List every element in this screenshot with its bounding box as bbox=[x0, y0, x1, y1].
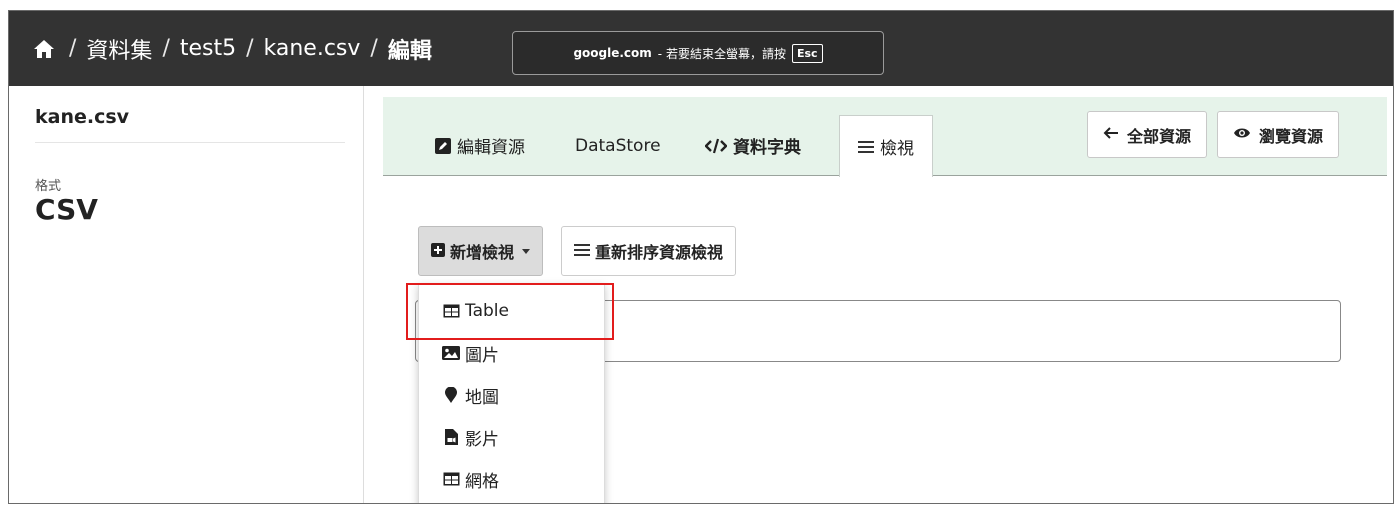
list-icon bbox=[574, 242, 590, 261]
fullscreen-notice: google.com - 若要結束全螢幕，請按 Esc bbox=[512, 31, 884, 75]
esc-key-hint: Esc bbox=[791, 43, 823, 63]
tab-label: 檢視 bbox=[880, 139, 914, 159]
tab-label: 編輯資源 bbox=[457, 138, 525, 158]
highlight-box bbox=[406, 283, 614, 340]
reorder-views-button[interactable]: 重新排序資源檢視 bbox=[561, 226, 737, 276]
divider bbox=[35, 142, 345, 143]
menu-item-map[interactable]: 地圖 bbox=[419, 375, 604, 415]
home-icon[interactable] bbox=[33, 37, 59, 61]
eye-icon bbox=[1233, 125, 1251, 144]
all-resources-label: 全部資源 bbox=[1127, 126, 1192, 146]
tab-edit-resource[interactable]: 編輯資源 bbox=[435, 115, 525, 176]
menu-item-label: 地圖 bbox=[465, 387, 499, 408]
arrow-left-icon bbox=[1103, 125, 1119, 144]
tab-label: DataStore bbox=[575, 135, 661, 156]
tab-bar: 編輯資源 DataStore 資料字典 檢視 全部資源 瀏覽資源 bbox=[383, 97, 1387, 177]
breadcrumb-separator: / bbox=[162, 36, 170, 61]
menu-item-label: 圖片 bbox=[465, 345, 499, 366]
format-value: CSV bbox=[35, 193, 98, 226]
code-icon bbox=[705, 138, 727, 154]
sidebar: kane.csv 格式 CSV bbox=[9, 86, 364, 503]
tab-views[interactable]: 檢視 bbox=[839, 115, 933, 177]
browser-viewport: / 資料集 / test5 / kane.csv / 編輯 kane.csv 格… bbox=[8, 10, 1394, 504]
fullscreen-message: - 若要結束全螢幕，請按 bbox=[657, 46, 786, 61]
tab-label: 資料字典 bbox=[733, 138, 801, 158]
new-view-button[interactable]: 新增檢視 bbox=[418, 226, 544, 276]
all-resources-button[interactable]: 全部資源 bbox=[1087, 111, 1208, 158]
menu-item-label: 網格 bbox=[465, 471, 499, 492]
browse-resource-button[interactable]: 瀏覽資源 bbox=[1217, 111, 1340, 158]
breadcrumb-separator: / bbox=[246, 36, 254, 61]
breadcrumb-item-resource[interactable]: kane.csv bbox=[264, 36, 361, 61]
fullscreen-host: google.com bbox=[573, 46, 652, 60]
map-marker-icon bbox=[442, 387, 460, 403]
new-view-label: 新增檢視 bbox=[450, 243, 515, 262]
breadcrumb: / 資料集 / test5 / kane.csv / 編輯 bbox=[33, 11, 432, 86]
reorder-views-label: 重新排序資源檢視 bbox=[595, 243, 724, 262]
breadcrumb-separator: / bbox=[69, 36, 77, 61]
caret-down-icon bbox=[522, 248, 531, 254]
plus-square-icon bbox=[431, 242, 445, 261]
tab-datastore[interactable]: DataStore bbox=[575, 115, 661, 176]
breadcrumb-current: 編輯 bbox=[387, 38, 432, 64]
menu-item-grid[interactable]: 網格 bbox=[419, 459, 604, 499]
menu-item-label: 影片 bbox=[465, 429, 499, 450]
list-icon bbox=[858, 140, 874, 154]
menu-item-video[interactable]: 影片 bbox=[419, 417, 604, 457]
breadcrumb-separator: / bbox=[370, 36, 378, 61]
grid-icon bbox=[442, 472, 460, 486]
image-icon bbox=[442, 346, 460, 360]
browse-resource-label: 瀏覽資源 bbox=[1259, 126, 1324, 146]
breadcrumb-item-datasets[interactable]: 資料集 bbox=[86, 33, 152, 65]
resource-title: kane.csv bbox=[35, 106, 130, 128]
tab-data-dictionary[interactable]: 資料字典 bbox=[705, 115, 801, 176]
video-file-icon bbox=[442, 429, 460, 445]
edit-icon bbox=[435, 137, 451, 154]
breadcrumb-item-dataset[interactable]: test5 bbox=[180, 36, 236, 61]
format-label: 格式 bbox=[35, 179, 62, 194]
